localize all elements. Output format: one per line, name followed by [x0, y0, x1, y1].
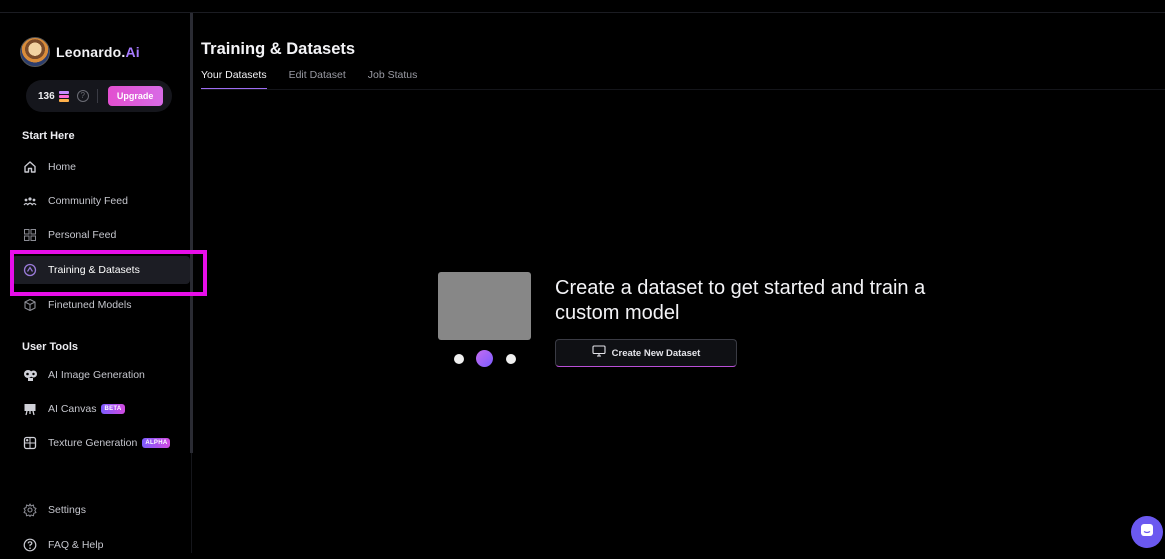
create-new-dataset-label: Create New Dataset [611, 347, 701, 359]
home-icon [22, 159, 38, 175]
section-title-start-here: Start Here [22, 130, 75, 142]
sidebar-item-label: Community Feed [48, 195, 128, 207]
cube-icon [22, 297, 38, 313]
canvas-icon [22, 401, 38, 417]
sidebar-item-label: Personal Feed [48, 229, 117, 241]
image-generation-icon [22, 367, 38, 383]
help-icon [22, 537, 38, 553]
sidebar-item-settings[interactable]: Settings [12, 496, 190, 524]
dataset-preview-image [438, 272, 531, 340]
credits-separator [96, 89, 98, 103]
tab-edit-dataset[interactable]: Edit Dataset [289, 69, 346, 90]
chat-support-button[interactable] [1131, 516, 1163, 548]
tab-your-datasets[interactable]: Your Datasets [201, 69, 267, 90]
sidebar-item-community-feed[interactable]: Community Feed [12, 187, 190, 215]
section-title-user-tools: User Tools [22, 341, 79, 353]
sidebar-item-label: AI Canvas [48, 403, 97, 415]
sidebar-scrollbar[interactable] [190, 13, 193, 453]
sidebar-item-finetuned-models[interactable]: Finetuned Models [12, 291, 190, 319]
brand-logo[interactable]: Leonardo.Ai [20, 37, 140, 67]
tab-job-status[interactable]: Job Status [368, 69, 418, 90]
sidebar-item-faq-help[interactable]: FAQ & Help [12, 531, 190, 559]
page-title: Training & Datasets [201, 40, 356, 58]
sidebar-divider [191, 453, 192, 553]
brand-name: Leonardo.Ai [56, 44, 140, 60]
training-icon [22, 262, 38, 278]
carousel-dot-active[interactable] [476, 350, 493, 367]
carousel-dot[interactable] [506, 354, 516, 364]
sidebar-item-training-datasets[interactable]: Training & Datasets [12, 256, 190, 284]
monitor-icon [592, 344, 606, 362]
sidebar-item-personal-feed[interactable]: Personal Feed [12, 221, 190, 249]
info-icon[interactable]: ? [76, 90, 89, 102]
community-icon [22, 193, 38, 209]
create-new-dataset-button[interactable]: Create New Dataset [555, 339, 737, 367]
sidebar-item-label: FAQ & Help [48, 539, 104, 551]
grid-icon [22, 227, 38, 243]
credits-panel: 136 ? Upgrade [26, 80, 172, 112]
sidebar-item-label: Settings [48, 504, 86, 516]
sidebar-item-label: Training & Datasets [48, 264, 140, 276]
empty-state-headline: Create a dataset to get started and trai… [555, 277, 926, 324]
tabs-divider [201, 89, 1165, 90]
gear-icon [22, 502, 38, 518]
sidebar-item-label: AI Image Generation [48, 369, 145, 381]
token-icon [58, 91, 69, 102]
alpha-badge: ALPHA [142, 438, 171, 448]
credit-count: 136 [38, 90, 55, 102]
beta-badge: BETA [101, 404, 125, 414]
texture-icon [22, 435, 38, 451]
sidebar-item-texture-generation[interactable]: Texture Generation ALPHA [12, 429, 190, 457]
sidebar-item-label: Texture Generation [48, 437, 138, 449]
sidebar-item-ai-canvas[interactable]: AI Canvas BETA [12, 395, 190, 423]
sidebar-item-label: Home [48, 161, 77, 173]
sidebar-item-label: Finetuned Models [48, 299, 132, 311]
sidebar-item-ai-image-generation[interactable]: AI Image Generation [12, 361, 190, 389]
brand-avatar-icon [20, 37, 50, 67]
tab-bar: Your Datasets Edit Dataset Job Status [201, 69, 439, 90]
carousel-dot[interactable] [454, 354, 464, 364]
chat-icon [1139, 522, 1155, 543]
sidebar-item-home[interactable]: Home [12, 153, 190, 181]
upgrade-button[interactable]: Upgrade [107, 86, 163, 106]
